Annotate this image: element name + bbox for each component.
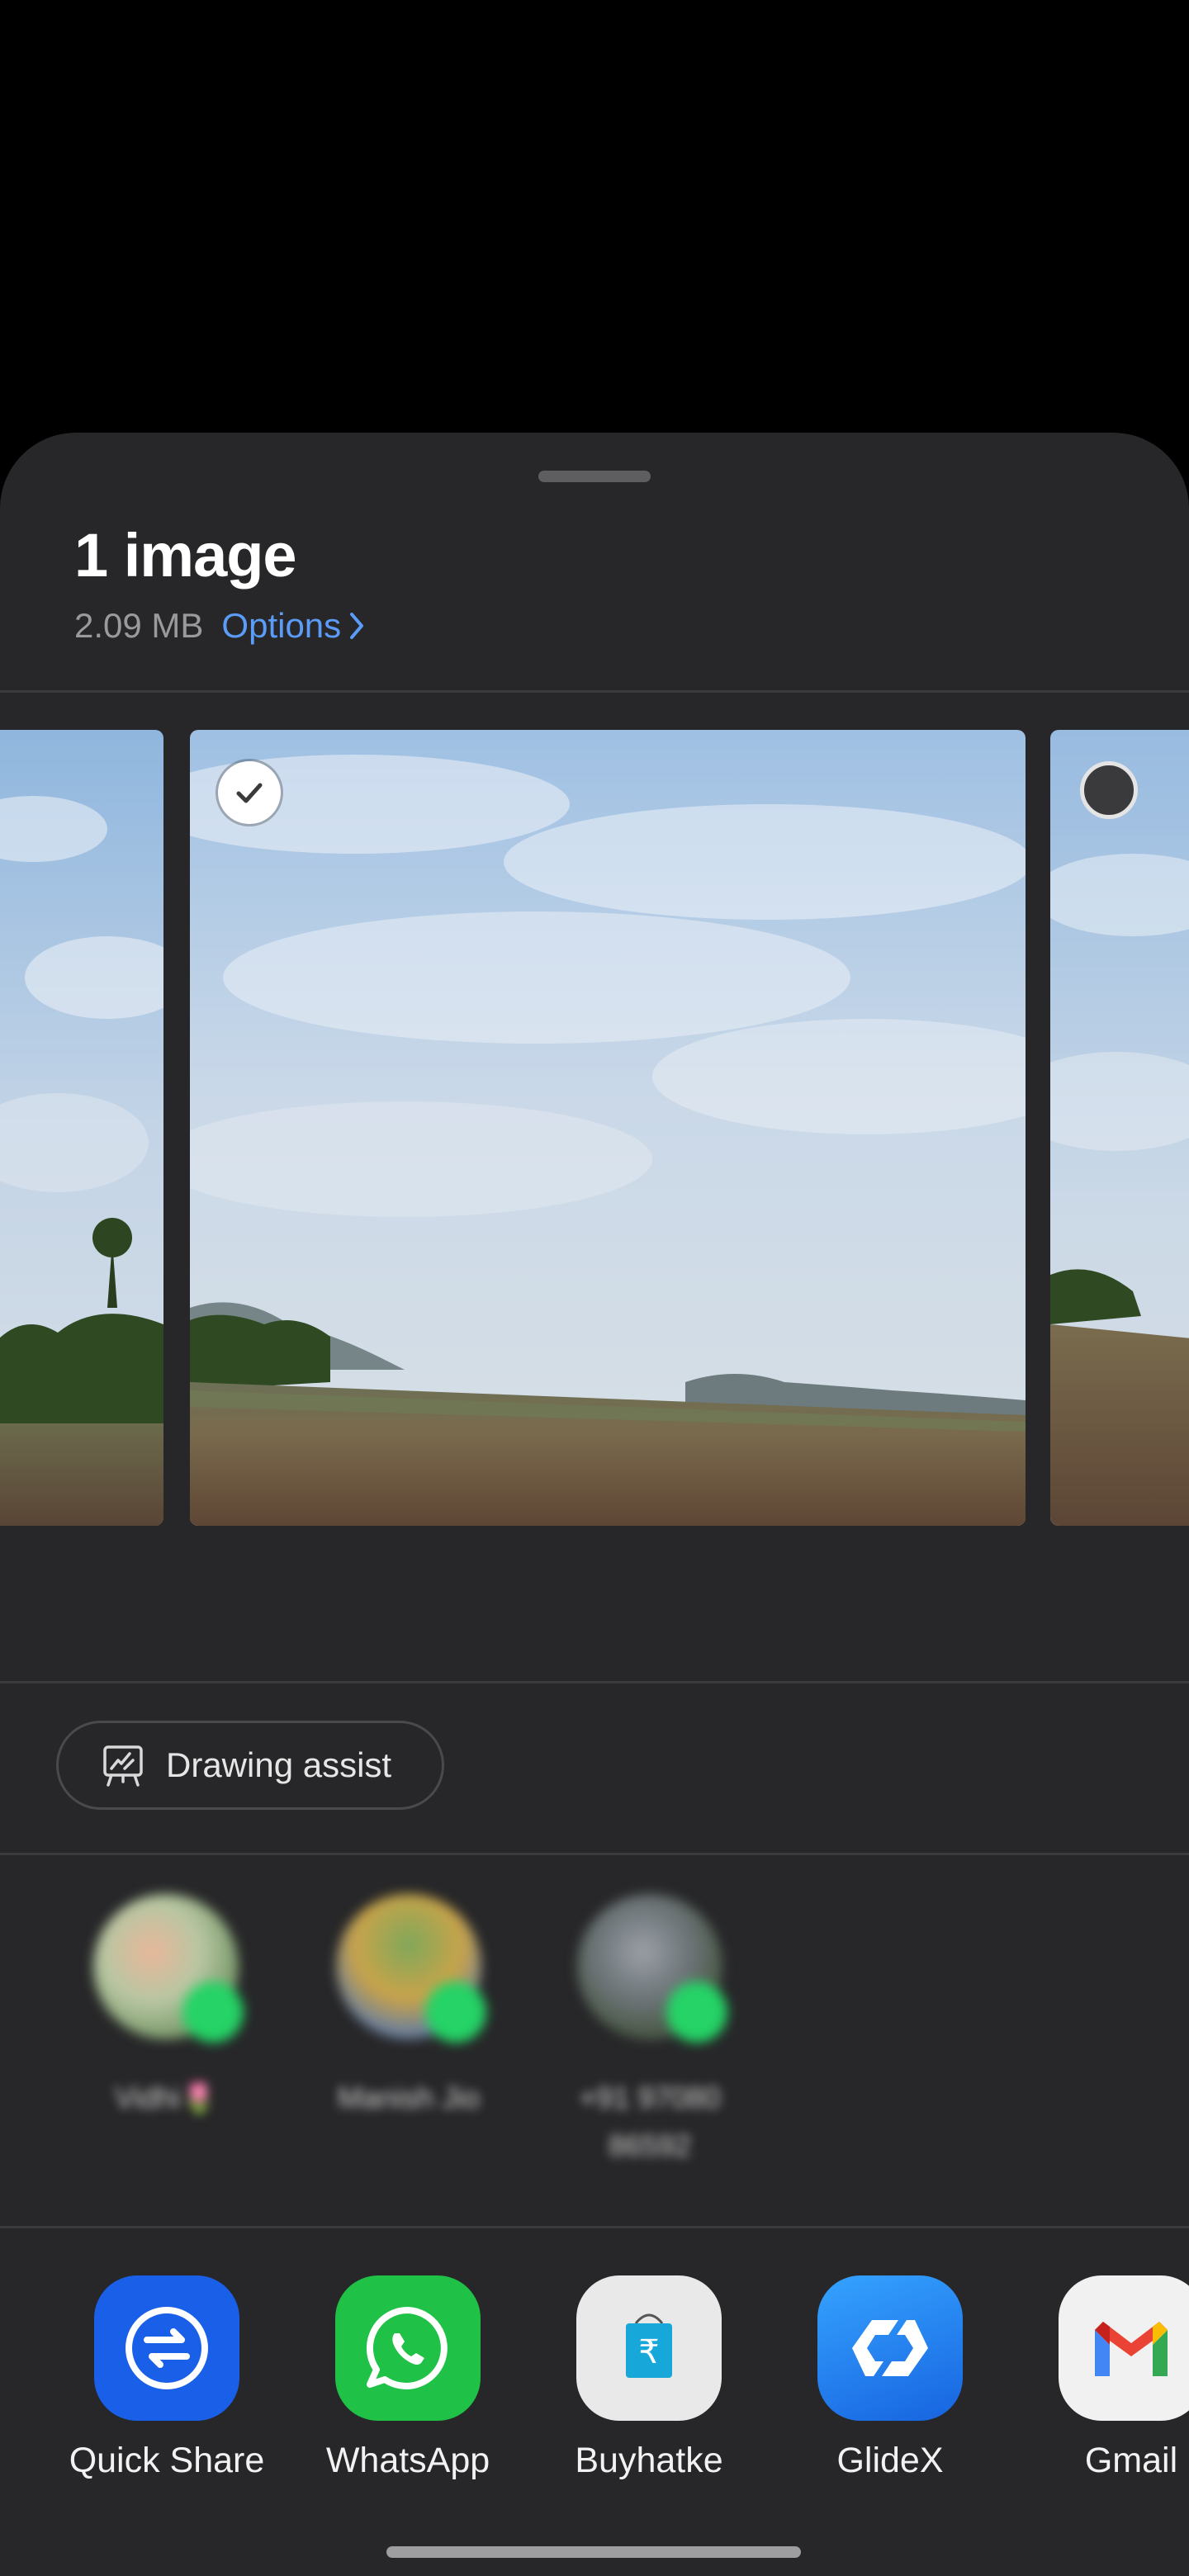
share-subtitle: 2.09 MB Options bbox=[74, 606, 366, 646]
quick-share-icon bbox=[94, 2275, 239, 2421]
share-sheet: 1 image 2.09 MB Options Drawing assist V… bbox=[0, 433, 1189, 2576]
contact-name: Manish Jio bbox=[337, 2081, 481, 2114]
app-label: Buyhatke bbox=[575, 2441, 723, 2480]
image-thumbnail-previous[interactable] bbox=[0, 730, 163, 1526]
app-glidex[interactable]: GlideX bbox=[783, 2275, 997, 2481]
whatsapp-badge-icon bbox=[425, 1982, 486, 2043]
app-label: GlideX bbox=[836, 2441, 944, 2480]
app-buyhatke[interactable]: ₹ Buyhatke bbox=[542, 2275, 756, 2481]
landscape-image bbox=[0, 730, 163, 1526]
drawing-assist-icon bbox=[103, 1745, 143, 1787]
app-whatsapp[interactable]: WhatsApp bbox=[301, 2275, 515, 2481]
check-icon bbox=[236, 783, 263, 803]
drag-handle[interactable] bbox=[538, 471, 651, 482]
app-gmail[interactable]: Gmail bbox=[1024, 2275, 1189, 2481]
options-label: Options bbox=[221, 606, 342, 645]
share-title: 1 image bbox=[74, 521, 297, 590]
divider bbox=[0, 2226, 1189, 2228]
whatsapp-badge-icon bbox=[182, 1982, 244, 2043]
app-label: Gmail bbox=[1084, 2441, 1178, 2480]
app-label: Quick Share bbox=[69, 2441, 265, 2480]
image-thumbnail-next[interactable] bbox=[1050, 730, 1189, 1526]
whatsapp-icon bbox=[335, 2275, 481, 2421]
chevron-right-icon bbox=[350, 613, 364, 639]
landscape-image bbox=[1050, 730, 1189, 1526]
avatar bbox=[93, 1894, 244, 2043]
divider bbox=[0, 690, 1189, 693]
contact-item[interactable]: Vidhi🌷 bbox=[71, 1894, 261, 2122]
gesture-navigation-bar[interactable] bbox=[386, 2546, 801, 2558]
contact-name: +91 97080 86592 bbox=[579, 2081, 721, 2162]
file-size: 2.09 MB bbox=[74, 606, 204, 645]
divider bbox=[0, 1853, 1189, 1855]
unselected-radio-icon[interactable] bbox=[1080, 761, 1138, 819]
app-quick-share[interactable]: Quick Share bbox=[59, 2275, 274, 2481]
divider bbox=[0, 1681, 1189, 1683]
contact-item[interactable]: +91 97080 86592 bbox=[555, 1894, 745, 2170]
avatar bbox=[577, 1894, 727, 2043]
gmail-icon bbox=[1059, 2275, 1189, 2421]
svg-text:₹: ₹ bbox=[638, 2333, 659, 2371]
selected-checkmark-icon[interactable] bbox=[218, 761, 281, 824]
options-link[interactable]: Options bbox=[221, 606, 366, 646]
contact-item[interactable]: Manish Jio bbox=[314, 1894, 504, 2122]
contact-name: Vidhi🌷 bbox=[114, 2081, 218, 2114]
drawing-assist-label: Drawing assist bbox=[166, 1745, 392, 1784]
buyhatke-icon: ₹ bbox=[576, 2275, 722, 2421]
whatsapp-badge-icon bbox=[666, 1982, 727, 2043]
drawing-assist-button[interactable]: Drawing assist bbox=[56, 1721, 444, 1810]
glidex-icon bbox=[817, 2275, 963, 2421]
landscape-image bbox=[190, 730, 1026, 1526]
app-label: WhatsApp bbox=[325, 2441, 490, 2480]
image-thumbnail-selected[interactable] bbox=[190, 730, 1026, 1526]
avatar bbox=[336, 1894, 486, 2043]
